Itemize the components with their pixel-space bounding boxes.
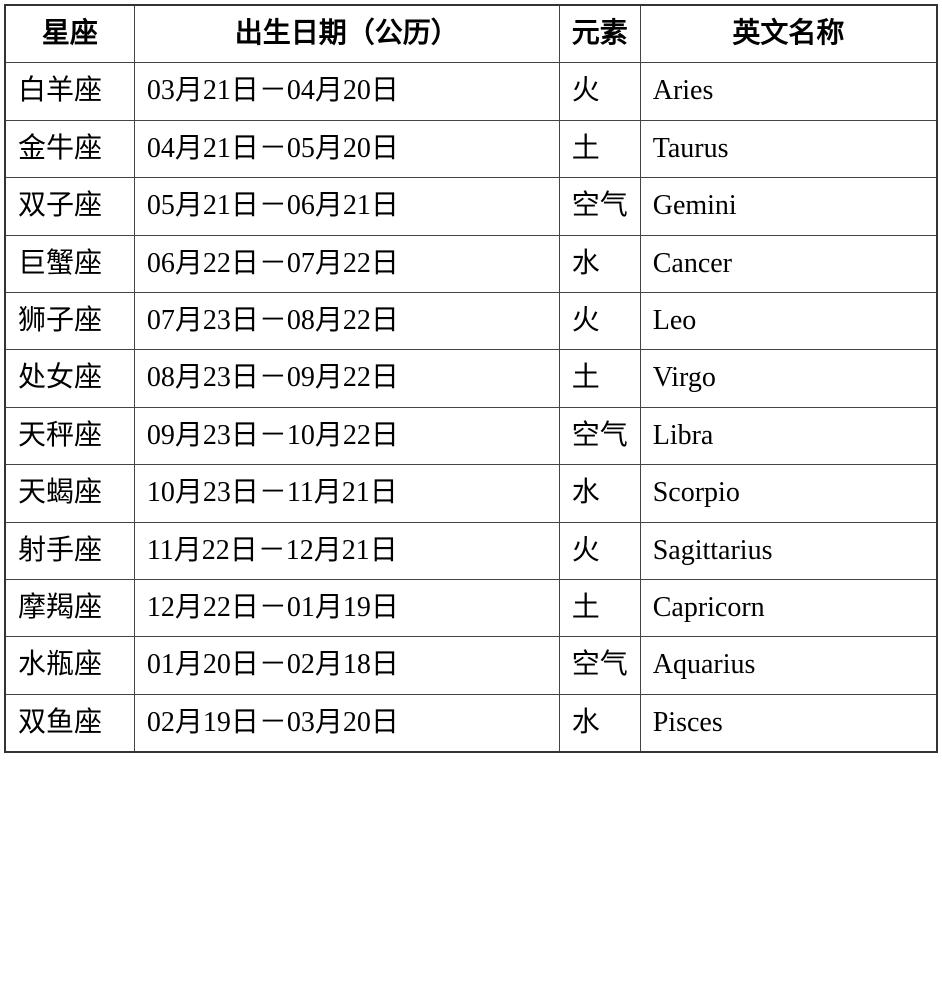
cell-element: 水 bbox=[559, 235, 640, 292]
table-row: 天秤座09月23日－10月22日空气Libra bbox=[5, 407, 937, 464]
cell-sign: 水瓶座 bbox=[5, 637, 134, 694]
table-row: 白羊座03月21日－04月20日火Aries bbox=[5, 63, 937, 120]
cell-english: Capricorn bbox=[640, 579, 937, 636]
cell-date: 02月19日－03月20日 bbox=[134, 694, 559, 752]
table-row: 双鱼座02月19日－03月20日水Pisces bbox=[5, 694, 937, 752]
cell-element: 空气 bbox=[559, 178, 640, 235]
cell-english: Taurus bbox=[640, 120, 937, 177]
cell-date: 12月22日－01月19日 bbox=[134, 579, 559, 636]
table-row: 双子座05月21日－06月21日空气Gemini bbox=[5, 178, 937, 235]
cell-element: 空气 bbox=[559, 637, 640, 694]
cell-sign: 双鱼座 bbox=[5, 694, 134, 752]
cell-sign: 天秤座 bbox=[5, 407, 134, 464]
cell-date: 10月23日－11月21日 bbox=[134, 465, 559, 522]
table-row: 天蝎座10月23日－11月21日水Scorpio bbox=[5, 465, 937, 522]
cell-element: 水 bbox=[559, 465, 640, 522]
cell-date: 01月20日－02月18日 bbox=[134, 637, 559, 694]
header-element: 元素 bbox=[559, 5, 640, 63]
cell-sign: 白羊座 bbox=[5, 63, 134, 120]
cell-english: Gemini bbox=[640, 178, 937, 235]
cell-sign: 金牛座 bbox=[5, 120, 134, 177]
cell-english: Libra bbox=[640, 407, 937, 464]
cell-sign: 摩羯座 bbox=[5, 579, 134, 636]
cell-english: Cancer bbox=[640, 235, 937, 292]
cell-element: 火 bbox=[559, 522, 640, 579]
cell-english: Pisces bbox=[640, 694, 937, 752]
header-date: 出生日期（公历） bbox=[134, 5, 559, 63]
cell-english: Scorpio bbox=[640, 465, 937, 522]
cell-element: 火 bbox=[559, 63, 640, 120]
cell-english: Aries bbox=[640, 63, 937, 120]
cell-element: 火 bbox=[559, 292, 640, 349]
cell-sign: 双子座 bbox=[5, 178, 134, 235]
table-row: 水瓶座01月20日－02月18日空气Aquarius bbox=[5, 637, 937, 694]
cell-date: 03月21日－04月20日 bbox=[134, 63, 559, 120]
cell-english: Aquarius bbox=[640, 637, 937, 694]
cell-date: 08月23日－09月22日 bbox=[134, 350, 559, 407]
cell-element: 土 bbox=[559, 579, 640, 636]
table-row: 摩羯座12月22日－01月19日土Capricorn bbox=[5, 579, 937, 636]
cell-date: 06月22日－07月22日 bbox=[134, 235, 559, 292]
cell-sign: 处女座 bbox=[5, 350, 134, 407]
cell-english: Leo bbox=[640, 292, 937, 349]
table-row: 巨蟹座06月22日－07月22日水Cancer bbox=[5, 235, 937, 292]
table-row: 射手座11月22日－12月21日火Sagittarius bbox=[5, 522, 937, 579]
table-header-row: 星座 出生日期（公历） 元素 英文名称 bbox=[5, 5, 937, 63]
cell-sign: 狮子座 bbox=[5, 292, 134, 349]
cell-element: 土 bbox=[559, 350, 640, 407]
zodiac-table-container: 星座 出生日期（公历） 元素 英文名称 白羊座03月21日－04月20日火Ari… bbox=[0, 0, 942, 757]
header-sign: 星座 bbox=[5, 5, 134, 63]
table-row: 处女座08月23日－09月22日土Virgo bbox=[5, 350, 937, 407]
cell-element: 空气 bbox=[559, 407, 640, 464]
cell-sign: 天蝎座 bbox=[5, 465, 134, 522]
cell-date: 05月21日－06月21日 bbox=[134, 178, 559, 235]
cell-date: 11月22日－12月21日 bbox=[134, 522, 559, 579]
zodiac-table: 星座 出生日期（公历） 元素 英文名称 白羊座03月21日－04月20日火Ari… bbox=[4, 4, 938, 753]
header-english: 英文名称 bbox=[640, 5, 937, 63]
cell-element: 水 bbox=[559, 694, 640, 752]
cell-english: Virgo bbox=[640, 350, 937, 407]
table-row: 狮子座07月23日－08月22日火Leo bbox=[5, 292, 937, 349]
cell-date: 04月21日－05月20日 bbox=[134, 120, 559, 177]
cell-sign: 巨蟹座 bbox=[5, 235, 134, 292]
cell-english: Sagittarius bbox=[640, 522, 937, 579]
table-row: 金牛座04月21日－05月20日土Taurus bbox=[5, 120, 937, 177]
cell-element: 土 bbox=[559, 120, 640, 177]
cell-date: 07月23日－08月22日 bbox=[134, 292, 559, 349]
cell-sign: 射手座 bbox=[5, 522, 134, 579]
cell-date: 09月23日－10月22日 bbox=[134, 407, 559, 464]
